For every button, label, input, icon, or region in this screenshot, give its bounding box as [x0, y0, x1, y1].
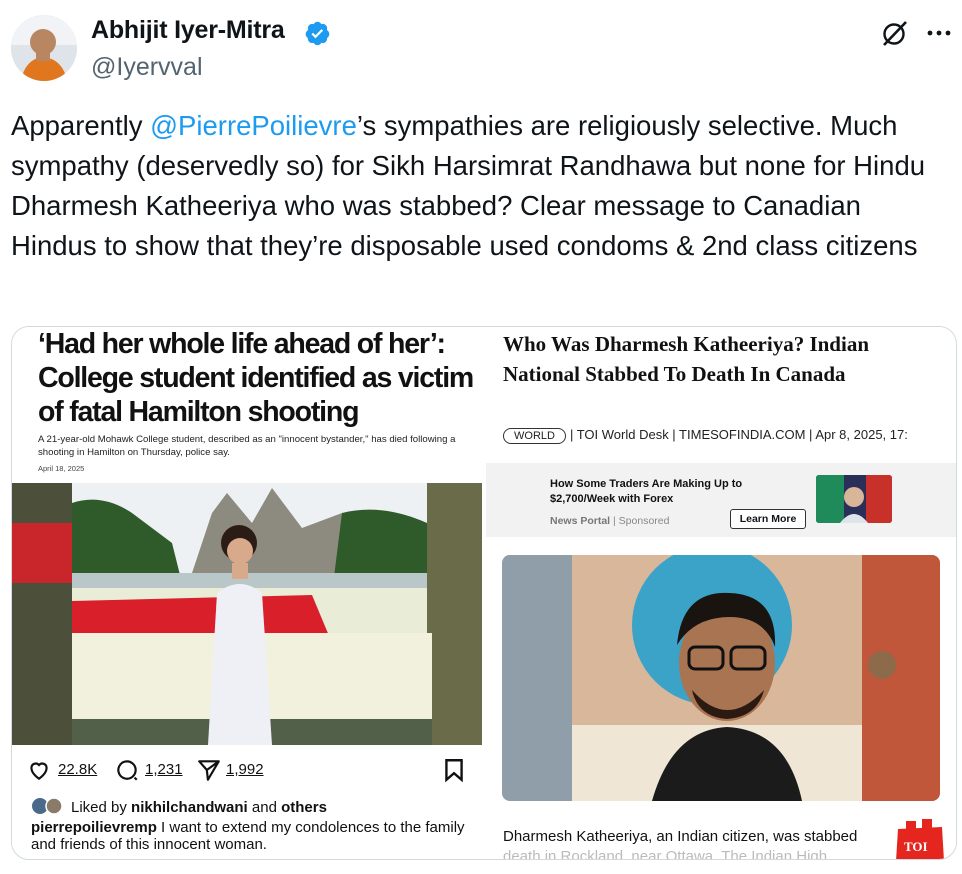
avatar-photo [11, 15, 77, 81]
right-headline: Who Was Dharmesh Katheeriya? Indian Nati… [503, 332, 869, 386]
liked-by-avatars [32, 797, 63, 815]
learn-more-button[interactable]: Learn More [730, 509, 806, 529]
heart-icon[interactable] [26, 757, 52, 783]
ad-sponsored: | Sponsored [610, 515, 670, 527]
article-body: Dharmesh Katheeriya, an Indian citizen, … [503, 827, 943, 859]
post-caption: pierrepoilievremp I want to extend my co… [31, 819, 471, 853]
likes-count[interactable]: 22.8K [58, 761, 97, 778]
byline-row: WORLD | TOI World Desk | TIMESOFINDIA.COM… [503, 427, 956, 449]
more-icon[interactable] [924, 20, 954, 46]
ad-source-name: News Portal [550, 515, 611, 527]
left-action-row: 22.8K 1,231 1,992 [12, 753, 482, 787]
left-headline: ‘Had her whole life ahead of her’: Colle… [38, 328, 474, 428]
mention-link[interactable]: @PierrePoilievre [150, 110, 357, 141]
ad-source: News Portal | Sponsored [550, 515, 669, 527]
left-date: April 18, 2025 [38, 464, 85, 473]
tweet-media[interactable]: ‘Had her whole life ahead of her’: Colle… [11, 326, 957, 860]
sponsored-ad[interactable]: How Some Traders Are Making Up to $2,700… [486, 463, 956, 537]
author-name[interactable]: Abhijit Iyer-Mitra [91, 16, 285, 45]
byline-text: | TOI World Desk | TIMESOFINDIA.COM | Ap… [569, 427, 908, 442]
article-body-line: Dharmesh Katheeriya, an Indian citizen, … [503, 828, 858, 845]
ad-title: How Some Traders Are Making Up to $2,700… [550, 478, 743, 505]
left-media-image[interactable]: ‘Had her whole life ahead of her’: Colle… [12, 327, 482, 859]
right-photo [502, 555, 940, 801]
liked-by-others[interactable]: others [281, 799, 327, 816]
left-photo [12, 483, 482, 745]
ad-thumbnail [816, 475, 892, 523]
toi-logo: TOI [892, 819, 948, 859]
caption-user[interactable]: pierrepoilievremp [31, 819, 157, 836]
tweet-text-start: Apparently [11, 110, 151, 141]
liked-by-and: and [247, 799, 282, 816]
grok-icon[interactable] [880, 18, 910, 48]
comment-icon[interactable] [114, 757, 140, 783]
right-media-image[interactable]: Who Was Dharmesh Katheeriya? Indian Nati… [486, 327, 956, 859]
verified-badge-icon [305, 21, 330, 46]
comments-count[interactable]: 1,231 [145, 761, 183, 778]
bookmark-icon[interactable] [441, 757, 467, 783]
toi-logo-text: TOI [904, 839, 928, 854]
world-badge: WORLD [503, 427, 566, 444]
liked-by-prefix: Liked by [71, 799, 132, 816]
author-handle[interactable]: @Iyervval [91, 53, 203, 82]
author-avatar[interactable] [11, 15, 77, 81]
tweet-text: Apparently @PierrePoilievre’s sympathies… [11, 106, 951, 266]
liked-by-user[interactable]: nikhilchandwani [131, 799, 248, 816]
shares-count[interactable]: 1,992 [226, 761, 264, 778]
liked-by-row: Liked by nikhilchandwani and others [31, 797, 327, 816]
left-subhead: A 21-year-old Mohawk College student, de… [38, 434, 456, 458]
article-body-faded: death in Rockland, near Ottawa. The Indi… [503, 848, 828, 859]
share-icon[interactable] [196, 757, 222, 783]
